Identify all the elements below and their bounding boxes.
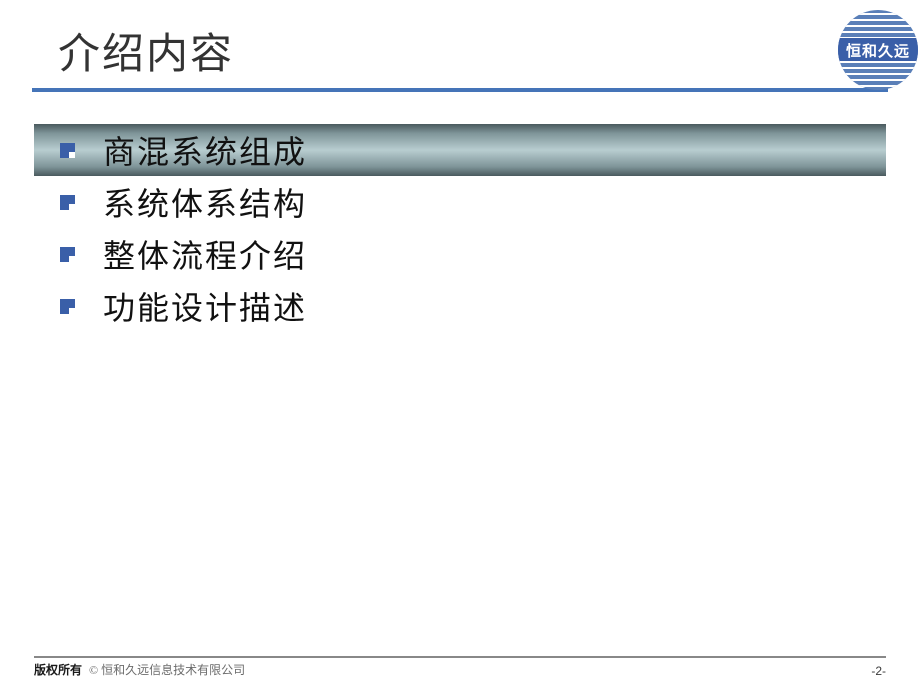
bullet-icon (60, 143, 75, 158)
copyright-symbol: © (89, 663, 98, 677)
footer-copyright: 版权所有 © 恒和久远信息技术有限公司 (34, 661, 245, 678)
list-item-label: 功能设计描述 (103, 283, 307, 329)
list-item-label: 整体流程介绍 (103, 231, 307, 277)
list-item: 功能设计描述 (34, 280, 886, 332)
title-underline (32, 88, 888, 92)
bullet-icon (60, 247, 75, 262)
list-item-label: 系统体系结构 (103, 179, 307, 225)
list-item: 整体流程介绍 (34, 228, 886, 280)
page-number: -2- (871, 664, 886, 678)
list-item-label: 商混系统组成 (103, 127, 307, 173)
bullet-icon (60, 299, 75, 314)
slide: 介绍内容 恒和久远 商 (0, 0, 920, 690)
list-item: 商混系统组成 (34, 124, 886, 176)
content-list: 商混系统组成 系统体系结构 整体流程介绍 功能设计描述 (34, 124, 886, 332)
company-logo: 恒和久远 (836, 8, 920, 92)
list-item: 系统体系结构 (34, 176, 886, 228)
company-name: 恒和久远信息技术有限公司 (101, 663, 245, 677)
bullet-icon (60, 195, 75, 210)
copyright-label: 版权所有 (34, 663, 82, 677)
footer-divider (34, 656, 886, 658)
page-title: 介绍内容 (58, 20, 234, 81)
logo-text: 恒和久远 (836, 40, 920, 61)
